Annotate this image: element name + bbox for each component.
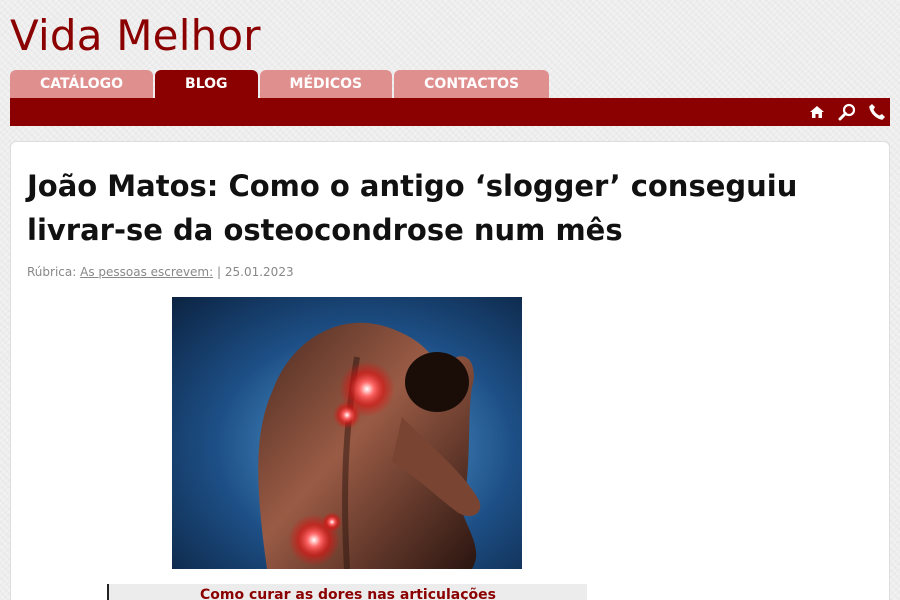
meta-separator: | (217, 265, 222, 279)
article-title: João Matos: Como o antigo ‘slogger’ cons… (27, 169, 798, 247)
tab-contactos[interactable]: CONTACTOS (394, 70, 550, 98)
article-date: 25.01.2023 (224, 265, 294, 279)
search-icon[interactable] (838, 103, 856, 121)
article-hero-image (172, 297, 522, 569)
callout-title: Como curar as dores nas articulações (200, 587, 496, 600)
article-meta: Rúbrica: As pessoas escrevem: | 25.01.20… (27, 265, 294, 279)
site-title[interactable]: Vida Melhor (10, 10, 261, 62)
article-callout: Como curar as dores nas articulações (107, 584, 587, 600)
home-icon[interactable] (808, 103, 826, 121)
rubric-label: Rúbrica: (27, 265, 77, 279)
phone-icon[interactable] (868, 103, 886, 121)
nav-icons (808, 98, 886, 126)
rubric-link[interactable]: As pessoas escrevem: (80, 265, 213, 279)
nav-bar (10, 98, 890, 126)
tab-blog[interactable]: BLOG (155, 70, 258, 98)
tab-medicos[interactable]: MÉDICOS (259, 70, 393, 98)
tab-catalogo[interactable]: CATÁLOGO (10, 70, 154, 98)
article-card: João Matos: Como o antigo ‘slogger’ cons… (10, 141, 890, 600)
main-nav: CATÁLOGO BLOG MÉDICOS CONTACTOS (10, 70, 550, 98)
